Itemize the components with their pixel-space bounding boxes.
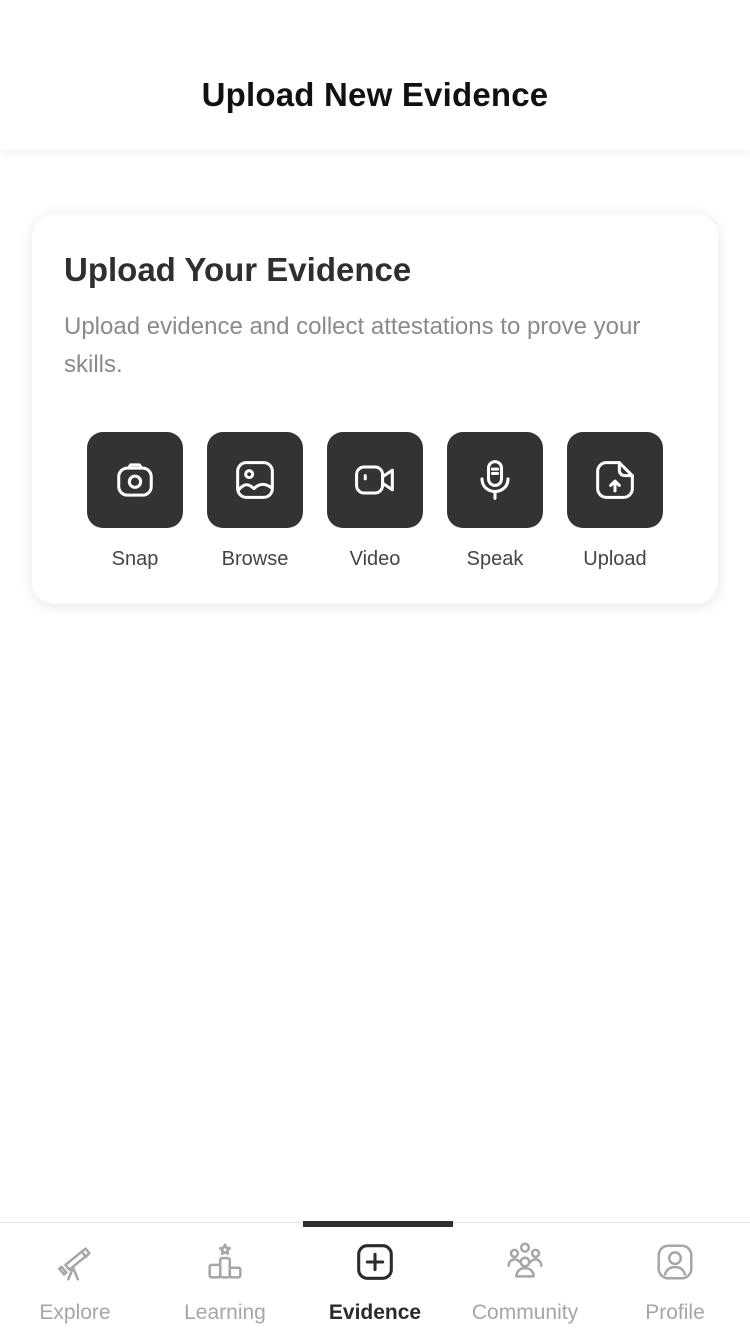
nav-label-explore: Explore [39,1301,111,1324]
card-title: Upload Your Evidence [64,251,412,288]
user-icon [657,1244,693,1280]
nav-item-evidence[interactable]: Evidence [300,1223,450,1334]
nav-label-profile: Profile [645,1301,705,1324]
video-tile[interactable] [327,432,423,528]
podium-icon [208,1243,242,1279]
nav-item-profile[interactable]: Profile [600,1223,750,1334]
people-icon [507,1242,543,1278]
snap-label: Snap [111,548,159,570]
speak-tile[interactable] [447,432,543,528]
upload-label: Upload [583,548,647,570]
browse-tile[interactable] [207,432,303,528]
upload-actions: Snap Browse Video Speak Upload [87,432,663,572]
speak-button[interactable]: Speak [447,432,543,572]
nav-label-learning: Learning [184,1301,266,1324]
nav-item-learning[interactable]: Learning [150,1223,300,1334]
nav-item-explore[interactable]: Explore [0,1223,150,1334]
camera-icon [117,463,153,497]
nav-label-community: Community [471,1301,579,1324]
app-screen: Upload New Evidence Upload Your Evidence… [0,0,750,1334]
file-upload-icon [596,461,634,499]
browse-button[interactable]: Browse [207,432,303,572]
video-button[interactable]: Video [327,432,423,572]
speak-label: Speak [466,548,524,570]
snap-tile[interactable] [87,432,183,528]
upload-tile[interactable] [567,432,663,528]
page-title: Upload New Evidence [201,76,549,113]
image-icon [236,461,274,499]
video-label: Video [349,548,401,570]
upload-evidence-card: Upload Your Evidence Upload evidence and… [32,214,718,604]
telescope-icon [58,1247,91,1281]
nav-item-community[interactable]: Community [450,1223,600,1334]
video-camera-icon [355,465,394,495]
browse-label: Browse [221,548,289,570]
plus-square-icon [357,1244,393,1280]
header: Upload New Evidence [0,0,750,150]
snap-button[interactable]: Snap [87,432,183,572]
bottom-nav: Explore Learning Evidence Community Prof… [0,1221,750,1334]
nav-label-evidence: Evidence [328,1301,422,1324]
upload-button[interactable]: Upload [567,432,663,572]
microphone-icon [480,460,510,500]
card-description: Upload evidence and collect attestations… [64,313,641,378]
